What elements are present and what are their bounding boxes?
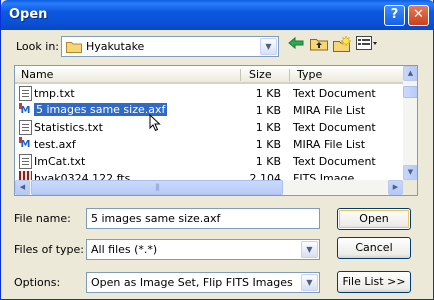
file-size: 1 KB (255, 155, 281, 168)
file-size: 1 KB (255, 104, 281, 117)
window-title: Open (9, 7, 48, 22)
file-list-header: Name Size Type (15, 66, 403, 84)
file-list-button[interactable]: File List >> (337, 271, 411, 293)
file-type: Text Document (293, 155, 376, 168)
file-name: 5 images same size.axf (32, 102, 169, 117)
file-name-value: 5 images same size.axf (91, 212, 221, 225)
file-size: 1 KB (255, 121, 281, 134)
text-file-icon (19, 86, 32, 101)
files-of-type-label: Files of type: (14, 243, 85, 256)
scroll-up-icon[interactable]: ▲ (403, 66, 417, 81)
open-dialog: Open ? ✕ Look in: Hyakutake ▼ Name Size … (0, 0, 434, 300)
file-size: 1 KB (255, 138, 281, 151)
vertical-scrollbar[interactable]: ▲ ▼ (403, 66, 417, 180)
mouse-pointer-icon (149, 114, 161, 132)
file-type: Text Document (293, 121, 376, 134)
column-header-size[interactable]: Size (249, 68, 272, 81)
chevron-down-icon[interactable]: ▼ (301, 241, 318, 258)
view-menu-icon[interactable] (355, 36, 379, 56)
look-in-dropdown[interactable]: Hyakutake ▼ (61, 36, 279, 57)
scroll-right-icon[interactable]: ▶ (388, 180, 403, 195)
file-row[interactable]: Statistics.txt 1 KB Text Document (15, 119, 403, 136)
file-size: 1 KB (255, 87, 281, 100)
column-divider[interactable] (289, 69, 290, 81)
scroll-left-icon[interactable]: ◀ (15, 180, 30, 195)
file-type: Text Document (293, 87, 376, 100)
file-name-input[interactable]: 5 images same size.axf (86, 208, 320, 229)
file-row-selected[interactable]: M 5 images same size.axf 1 KB MIRA File … (15, 102, 403, 119)
horizontal-scrollbar[interactable]: ◀ ||| ▶ (15, 180, 403, 195)
up-folder-icon[interactable] (309, 36, 329, 56)
file-row[interactable]: tmp.txt 1 KB Text Document (15, 85, 403, 102)
chevron-down-icon[interactable]: ▼ (260, 38, 277, 55)
column-divider[interactable] (240, 69, 241, 81)
text-file-icon (19, 154, 32, 169)
file-name: tmp.txt (34, 87, 75, 100)
options-dropdown[interactable]: Open as Image Set, Flip FITS Images ▼ (86, 272, 320, 293)
options-value: Open as Image Set, Flip FITS Images (91, 276, 293, 289)
file-type: MIRA File List (293, 138, 366, 151)
file-name: ImCat.txt (34, 155, 86, 168)
column-header-type[interactable]: Type (297, 68, 322, 81)
file-list[interactable]: Name Size Type tmp.txt 1 KB Text Documen… (14, 65, 418, 196)
look-in-label: Look in: (16, 40, 59, 53)
scroll-down-icon[interactable]: ▼ (403, 165, 417, 180)
folder-icon (66, 40, 82, 53)
file-name: test.axf (34, 138, 76, 151)
scrollbar-corner (403, 180, 417, 195)
options-label: Options: (14, 276, 61, 289)
column-header-name[interactable]: Name (21, 68, 53, 81)
file-row[interactable]: ImCat.txt 1 KB Text Document (15, 153, 403, 170)
file-type: MIRA File List (293, 104, 366, 117)
files-of-type-value: All files (*.*) (91, 243, 158, 256)
file-row[interactable]: M test.axf 1 KB MIRA File List (15, 136, 403, 153)
chevron-down-icon[interactable]: ▼ (301, 274, 318, 291)
cancel-button[interactable]: Cancel (337, 237, 411, 259)
mira-file-icon: M (19, 103, 31, 116)
mira-file-icon: M (19, 137, 31, 150)
files-of-type-dropdown[interactable]: All files (*.*) ▼ (86, 239, 320, 260)
vertical-scroll-thumb[interactable] (403, 86, 417, 98)
help-button[interactable]: ? (384, 5, 405, 26)
close-button[interactable]: ✕ (408, 5, 429, 26)
horizontal-scroll-thumb[interactable]: ||| (31, 180, 283, 195)
open-button[interactable]: Open (337, 208, 411, 230)
text-file-icon (19, 120, 32, 135)
look-in-value: Hyakutake (86, 40, 145, 53)
new-folder-icon[interactable] (332, 35, 352, 56)
back-arrow-icon[interactable] (286, 36, 306, 56)
file-name-label: File name: (14, 212, 71, 225)
title-bar[interactable]: Open ? ✕ (1, 0, 434, 30)
file-name: Statistics.txt (34, 121, 103, 134)
